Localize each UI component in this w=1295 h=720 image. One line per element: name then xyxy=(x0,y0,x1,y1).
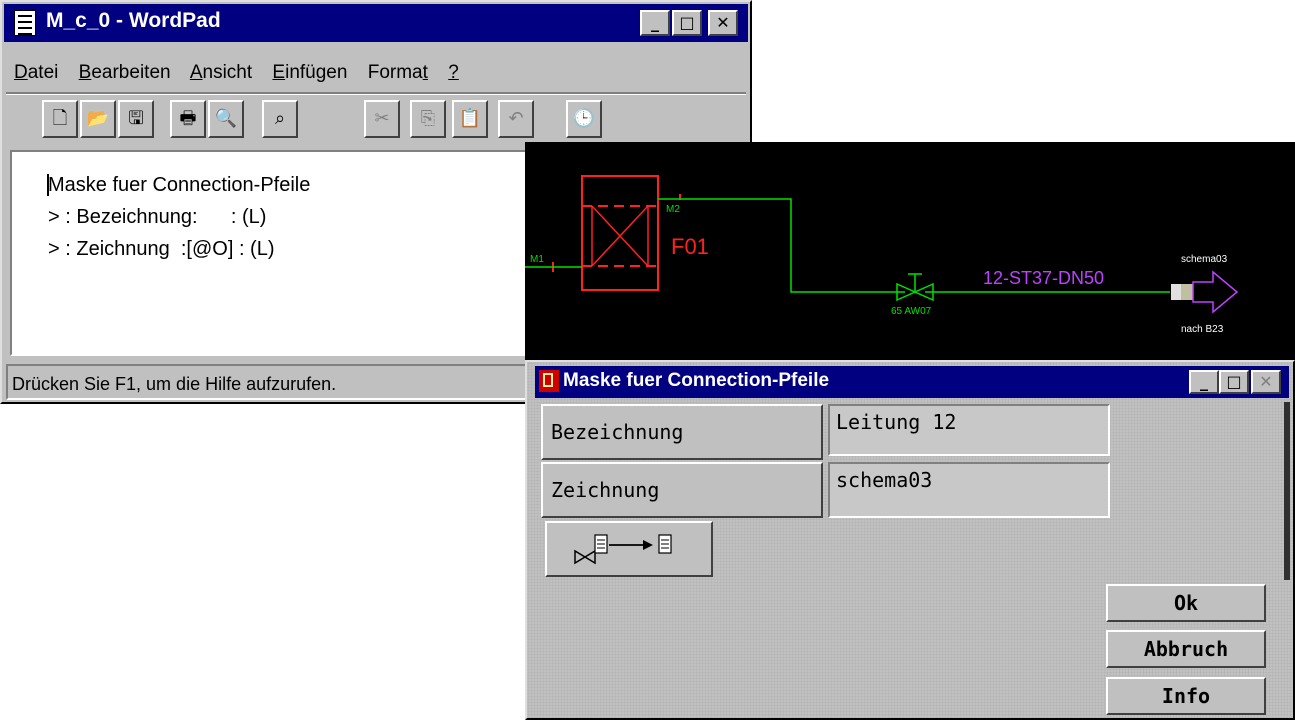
abbruch-button[interactable]: Abbruch xyxy=(1106,630,1266,668)
paste-icon[interactable]: 📋 xyxy=(452,100,488,138)
dialog-maximize-button[interactable]: □ xyxy=(1219,370,1249,394)
document-line: > : Zeichnung :[@O] : (L) xyxy=(48,238,275,260)
minimize-button[interactable]: _ xyxy=(640,10,670,36)
bezeichnung-field[interactable]: Leitung 12 xyxy=(828,404,1110,456)
menu-format[interactable]: Format xyxy=(368,62,428,83)
dialog-title: Maske fuer Connection-Pfeile xyxy=(563,370,830,391)
menu-bar: Datei Bearbeiten Ansicht Einfügen Format… xyxy=(14,62,474,88)
open-folder-icon[interactable]: 📂 xyxy=(80,100,116,138)
target-sheet-label: nach B23 xyxy=(1181,324,1224,335)
copy-icon[interactable]: ⎘ xyxy=(410,100,446,138)
wordpad-document-icon[interactable] xyxy=(14,10,36,36)
new-document-icon[interactable]: 🗋 xyxy=(42,100,78,138)
schematic-drawing: F01 M2 M1 65 AW07 12-ST37-DN50 schema03 … xyxy=(525,175,1239,335)
dialog-close-button[interactable]: ✕ xyxy=(1251,370,1281,394)
menu-ansicht[interactable]: Ansicht xyxy=(190,62,252,83)
menu-bearbeiten[interactable]: Bearbeiten xyxy=(79,62,171,83)
valve-to-sheet-connection-icon xyxy=(574,534,672,565)
valve-label: 65 AW07 xyxy=(891,306,932,317)
print-preview-icon[interactable]: 🔍 xyxy=(208,100,244,138)
status-text: Drücken Sie F1, um die Hilfe aufzurufen. xyxy=(12,374,337,394)
save-icon[interactable]: 🖫 xyxy=(118,100,154,138)
document-line: > : Bezeichnung: : (L) xyxy=(48,206,267,228)
equipment-label: F01 xyxy=(671,234,709,259)
print-icon[interactable]: 🖶 xyxy=(170,100,206,138)
drawing-canvas[interactable]: F01 M2 M1 65 AW07 12-ST37-DN50 schema03 … xyxy=(525,142,1295,360)
zeichnung-field[interactable]: schema03 xyxy=(828,462,1110,518)
menu-einfuegen[interactable]: Einfügen xyxy=(272,62,347,83)
cut-scissors-icon[interactable]: ✂ xyxy=(364,100,400,138)
bezeichnung-label-button[interactable]: Bezeichnung xyxy=(541,404,823,460)
pipe-label: 12-ST37-DN50 xyxy=(983,268,1104,288)
wordpad-title-bar[interactable]: M_c_0 - WordPad _ □ ✕ xyxy=(4,4,748,42)
info-button[interactable]: Info xyxy=(1106,677,1266,715)
connection-arrow[interactable] xyxy=(1171,270,1239,314)
menu-datei[interactable]: Datei xyxy=(14,62,58,83)
connect-button[interactable] xyxy=(545,521,713,577)
nozzle-m2-label: M2 xyxy=(666,204,680,215)
maximize-button[interactable]: □ xyxy=(672,10,702,36)
wordpad-title: M_c_0 - WordPad xyxy=(46,9,221,32)
insert-date-time-icon[interactable]: 🕒 xyxy=(566,100,602,138)
menu-help[interactable]: ? xyxy=(448,62,459,83)
find-binoculars-icon[interactable]: ⌕ xyxy=(262,100,298,138)
equipment-f01[interactable] xyxy=(581,175,659,291)
dialog-minimize-button[interactable]: _ xyxy=(1189,370,1219,394)
ok-button[interactable]: Ok xyxy=(1106,584,1266,622)
target-schema-label: schema03 xyxy=(1181,254,1228,265)
dialog-scrollbar[interactable] xyxy=(1284,402,1290,580)
dialog-app-icon[interactable] xyxy=(539,370,559,392)
dialog-title-bar[interactable]: Maske fuer Connection-Pfeile _ □ ✕ xyxy=(535,366,1289,398)
toolbar-separator xyxy=(6,92,746,95)
undo-icon[interactable]: ↶ xyxy=(498,100,534,138)
document-line: Maske fuer Connection-Pfeile xyxy=(48,174,311,196)
valve-symbol[interactable] xyxy=(896,273,934,302)
zeichnung-label-button[interactable]: Zeichnung xyxy=(541,462,823,518)
close-button[interactable]: ✕ xyxy=(708,10,738,36)
nozzle-m1-label: M1 xyxy=(530,254,544,265)
